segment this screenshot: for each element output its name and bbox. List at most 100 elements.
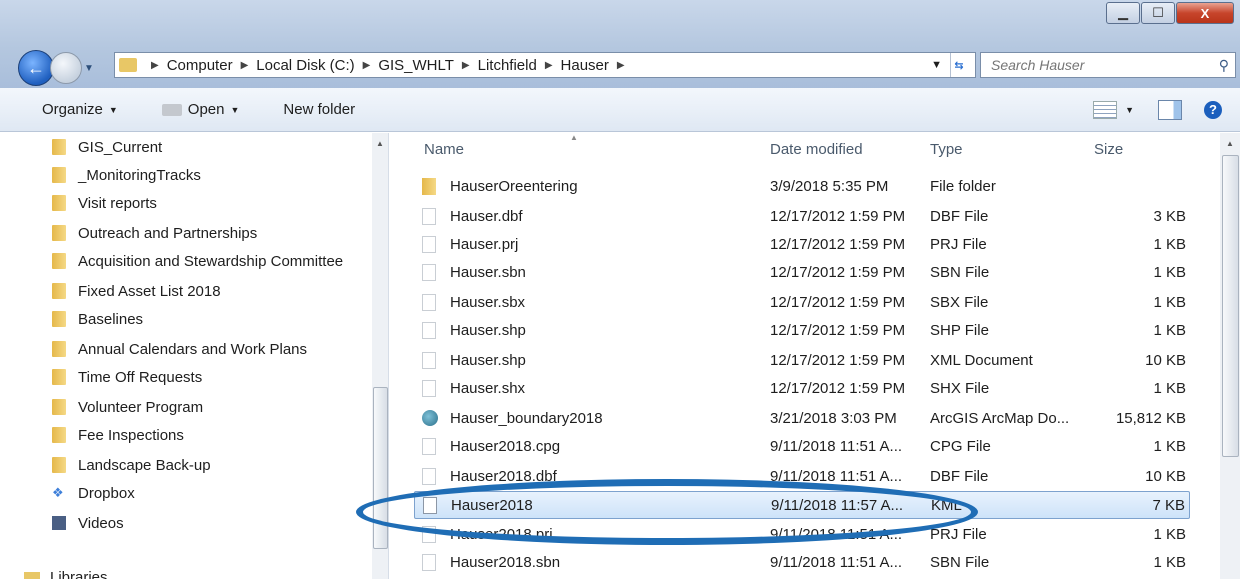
folder-icon — [52, 341, 66, 357]
file-name: Hauser_boundary2018 — [450, 410, 603, 427]
breadcrumb: ▶ Computer ▶ Local Disk (C:) ▶ GIS_WHLT … — [143, 57, 633, 74]
file-row[interactable]: Hauser.shp 12/17/2012 1:59 PM SHP File 1 KB — [414, 317, 1190, 345]
videos-icon — [52, 516, 66, 530]
maximize-button[interactable]: ☐ — [1141, 2, 1175, 24]
open-button[interactable]: Open ▼ — [161, 101, 240, 118]
refresh-icon: ⇆ — [954, 59, 964, 72]
forward-button[interactable] — [50, 52, 82, 84]
file-row[interactable]: Hauser2018.cpg 9/11/2018 11:51 A... CPG Fi… — [414, 433, 1190, 461]
sidebar-item[interactable]: GIS_Current — [52, 133, 162, 161]
search-input[interactable] — [989, 56, 1213, 74]
sidebar-item[interactable]: Fixed Asset List 2018 — [52, 277, 221, 305]
file-row[interactable]: Hauser2018.prj 9/11/2018 11:51 A... PRJ Fi… — [414, 521, 1190, 549]
file-row[interactable]: Hauser_boundary2018 3/21/2018 3:03 PM ArcG… — [414, 405, 1190, 433]
breadcrumb-separator-icon[interactable]: ▶ — [617, 60, 625, 71]
file-row[interactable]: Hauser.sbx 12/17/2012 1:59 PM SBX File 1 KB — [414, 289, 1190, 317]
sidebar-item[interactable]: Annual Calendars and Work Plans — [52, 335, 307, 363]
sidebar-item[interactable]: Landscape Back-up — [52, 451, 211, 479]
file-name: Hauser.prj — [450, 236, 519, 253]
scroll-thumb[interactable] — [373, 387, 388, 549]
file-date: 9/11/2018 11:51 A... — [770, 438, 903, 455]
folder-icon — [52, 139, 66, 155]
open-label: Open — [187, 101, 225, 118]
column-header-size[interactable]: Size — [1094, 141, 1123, 158]
search-icon[interactable]: ⚲ — [1219, 57, 1229, 74]
file-type: SHP File — [930, 322, 989, 339]
folder-icon — [52, 369, 66, 385]
sidebar-item[interactable]: Visit reports — [52, 189, 157, 217]
close-icon: X — [1200, 5, 1210, 21]
file-row[interactable]: HauserOreentering 3/9/2018 5:35 PM File fo… — [414, 173, 1190, 201]
file-type: CPG File — [930, 438, 991, 455]
kml-icon — [423, 497, 437, 514]
file-name: Hauser.shp — [450, 322, 526, 339]
scroll-up-icon[interactable]: ▲ — [376, 139, 384, 148]
title-bar: ▁ ☐ X ← ▼ ▶ Computer ▶ Local Disk (C:) ▶… — [0, 0, 1240, 88]
file-row[interactable]: Hauser2018.dbf 9/11/2018 11:51 A... DBF Fi… — [414, 463, 1190, 491]
sidebar-item[interactable]: Time Off Requests — [52, 363, 202, 391]
breadcrumb-item[interactable]: Local Disk (C:) — [256, 57, 354, 74]
help-icon[interactable]: ? — [1204, 100, 1222, 119]
file-row[interactable]: Hauser.shp 12/17/2012 1:59 PM XML Document… — [414, 347, 1190, 375]
column-header-date[interactable]: Date modified — [770, 141, 863, 158]
minimize-button[interactable]: ▁ — [1106, 2, 1140, 24]
change-view-icon[interactable] — [1093, 100, 1118, 119]
preview-pane-icon[interactable] — [1158, 99, 1182, 120]
organize-button[interactable]: Organize ▼ — [42, 101, 118, 118]
breadcrumb-item[interactable]: GIS_WHLT — [378, 57, 454, 74]
chevron-down-icon: ▼ — [230, 104, 240, 115]
sidebar-item[interactable]: Volunteer Program — [52, 393, 203, 421]
breadcrumb-separator-icon[interactable]: ▶ — [545, 60, 553, 71]
breadcrumb-item[interactable]: Litchfield — [478, 57, 537, 74]
sidebar-item[interactable]: Fee Inspections — [52, 421, 184, 449]
address-bar[interactable]: ▶ Computer ▶ Local Disk (C:) ▶ GIS_WHLT … — [114, 52, 976, 78]
refresh-button[interactable]: ⇆ — [950, 53, 975, 77]
file-date: 9/11/2018 11:51 A... — [770, 526, 903, 543]
sidebar-item-dropbox[interactable]: ❖ Dropbox — [52, 479, 135, 507]
sidebar-item[interactable]: _MonitoringTracks — [52, 161, 201, 189]
sidebar-item[interactable]: Baselines — [52, 305, 143, 333]
breadcrumb-separator-icon[interactable]: ▶ — [241, 60, 249, 71]
file-type: SBX File — [930, 294, 989, 311]
file-name: Hauser2018.sbn — [450, 554, 561, 571]
file-row[interactable]: Hauser.dbf 12/17/2012 1:59 PM DBF File 3 KB — [414, 203, 1190, 231]
breadcrumb-item[interactable]: Computer — [167, 57, 233, 74]
file-type: SHX File — [930, 380, 990, 397]
file-row[interactable]: Hauser2018.sbn 9/11/2018 11:51 A... SBN Fi… — [414, 549, 1190, 577]
back-button[interactable]: ← — [18, 50, 54, 86]
scroll-thumb[interactable] — [1222, 155, 1239, 457]
sidebar-item-videos[interactable]: Videos — [52, 509, 124, 537]
file-row[interactable]: Hauser.sbn 12/17/2012 1:59 PM SBN File 1 KB — [414, 259, 1190, 287]
file-icon — [422, 264, 436, 281]
file-row[interactable]: Hauser.shx 12/17/2012 1:59 PM SHX File 1 KB — [414, 375, 1190, 403]
breadcrumb-separator-icon[interactable]: ▶ — [363, 60, 371, 71]
file-row[interactable]: Hauser.prj 12/17/2012 1:59 PM PRJ File 1 KB — [414, 231, 1190, 259]
file-name: Hauser.sbn — [450, 264, 526, 281]
file-name: Hauser2018 — [451, 497, 533, 514]
file-row[interactable]: Hauser2018 9/11/2018 11:57 A... KML 7 KB — [414, 491, 1190, 519]
breadcrumb-separator-icon[interactable]: ▶ — [462, 60, 470, 71]
file-list-scrollbar[interactable]: ▲ — [1220, 133, 1240, 579]
search-box[interactable]: ⚲ — [980, 52, 1236, 78]
file-type: File folder — [930, 178, 996, 195]
folder-icon — [422, 178, 436, 195]
address-dropdown-icon[interactable]: ▼ — [931, 59, 942, 71]
chevron-down-icon[interactable]: ▼ — [1125, 105, 1134, 115]
view-controls: ▼ ? — [1093, 99, 1240, 120]
column-header-type[interactable]: Type — [930, 141, 963, 158]
sidebar-item-libraries[interactable]: Libraries — [24, 563, 108, 579]
sidebar-item[interactable]: Acquisition and Stewardship Committee — [52, 247, 343, 275]
sidebar-item[interactable]: Outreach and Partnerships — [52, 219, 257, 247]
column-header-name[interactable]: Name — [424, 141, 464, 158]
close-button[interactable]: X — [1176, 2, 1234, 24]
file-name: Hauser2018.dbf — [450, 468, 557, 485]
nav-scrollbar[interactable]: ▲ — [372, 133, 388, 579]
breadcrumb-item[interactable]: Hauser — [561, 57, 609, 74]
history-dropdown-icon[interactable]: ▼ — [84, 63, 94, 74]
new-folder-button[interactable]: New folder — [283, 101, 355, 118]
file-icon — [422, 380, 436, 397]
file-icon — [422, 294, 436, 311]
breadcrumb-separator-icon[interactable]: ▶ — [151, 60, 159, 71]
file-date: 12/17/2012 1:59 PM — [770, 380, 906, 397]
scroll-up-icon[interactable]: ▲ — [1226, 139, 1234, 148]
